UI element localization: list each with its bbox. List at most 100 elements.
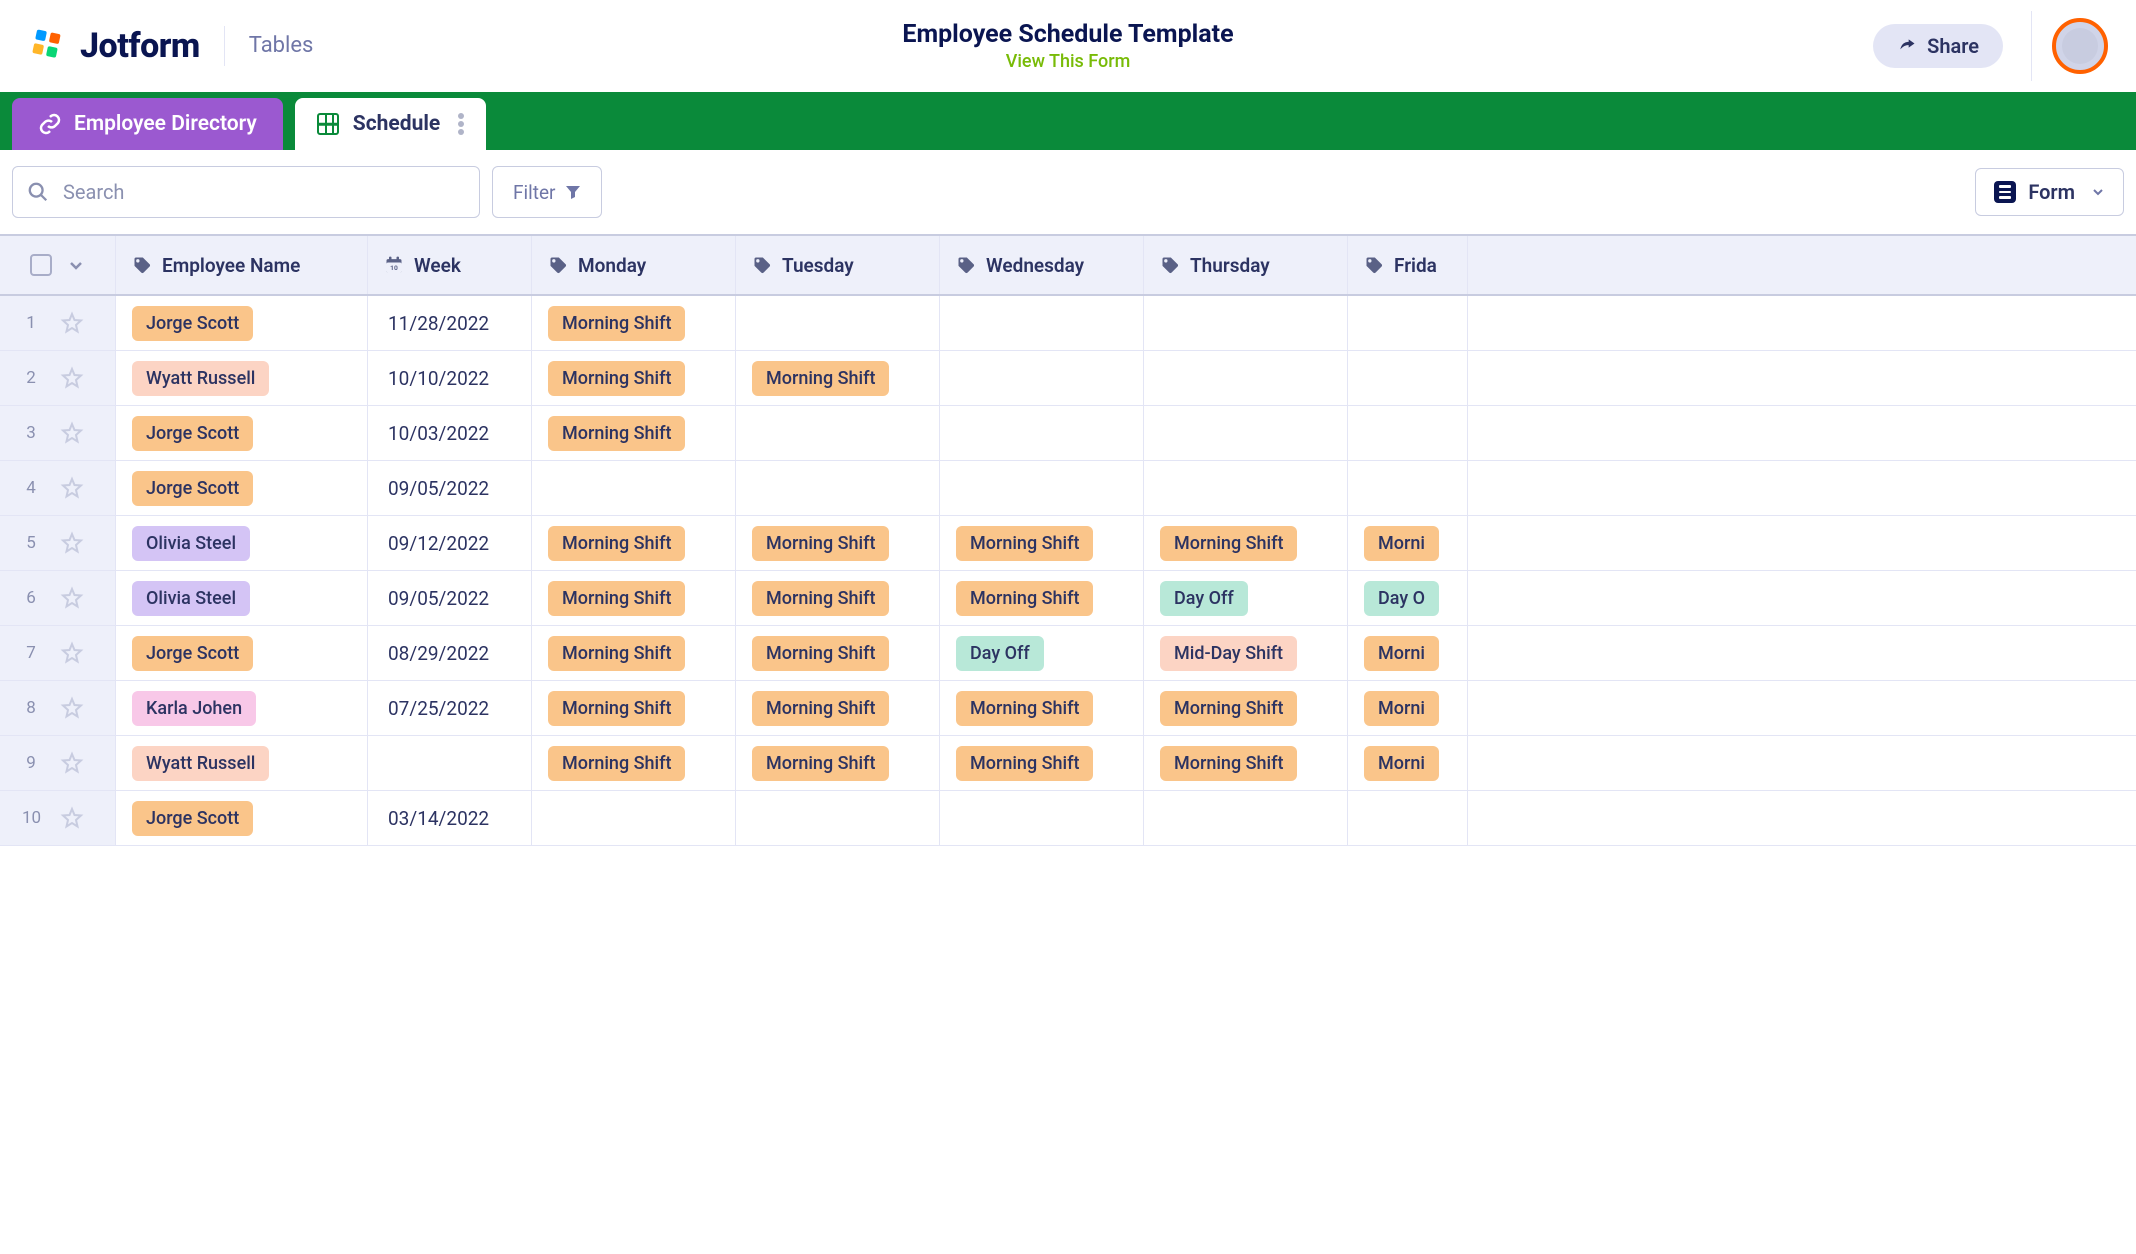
shift-pill[interactable]: Morning Shift <box>956 581 1093 616</box>
shift-pill[interactable]: Morning Shift <box>548 526 685 561</box>
cell-week[interactable]: 03/14/2022 <box>368 791 532 845</box>
cell-tuesday[interactable]: Morning Shift <box>736 571 940 625</box>
star-button[interactable] <box>60 421 84 445</box>
cell-wednesday[interactable]: Day Off <box>940 626 1144 680</box>
filter-button[interactable]: Filter <box>492 166 602 218</box>
cell-thursday[interactable] <box>1144 406 1348 460</box>
shift-pill[interactable]: Morning Shift <box>752 581 889 616</box>
cell-wednesday[interactable]: Morning Shift <box>940 736 1144 790</box>
shift-pill[interactable]: Morni <box>1364 526 1439 561</box>
shift-pill[interactable]: Morning Shift <box>548 581 685 616</box>
shift-pill[interactable]: Morning Shift <box>956 691 1093 726</box>
shift-pill[interactable]: Morning Shift <box>548 691 685 726</box>
star-button[interactable] <box>60 476 84 500</box>
shift-pill[interactable]: Morning Shift <box>752 691 889 726</box>
shift-pill[interactable]: Morning Shift <box>752 746 889 781</box>
star-button[interactable] <box>60 806 84 830</box>
shift-pill[interactable]: Morning Shift <box>1160 526 1297 561</box>
cell-employee-name[interactable]: Wyatt Russell <box>116 736 368 790</box>
table-row[interactable]: 9 Wyatt Russell Morning Shift Morning Sh… <box>0 736 2136 791</box>
search-input[interactable] <box>63 180 465 204</box>
cell-employee-name[interactable]: Wyatt Russell <box>116 351 368 405</box>
logo[interactable]: Jotform <box>28 26 200 66</box>
cell-tuesday[interactable]: Morning Shift <box>736 516 940 570</box>
shift-pill[interactable]: Morni <box>1364 636 1439 671</box>
cell-friday[interactable]: Morni <box>1348 516 1468 570</box>
cell-thursday[interactable] <box>1144 351 1348 405</box>
shift-pill[interactable]: Morni <box>1364 691 1439 726</box>
cell-wednesday[interactable] <box>940 406 1144 460</box>
shift-pill[interactable]: Morni <box>1364 746 1439 781</box>
table-row[interactable]: 5 Olivia Steel 09/12/2022 Morning Shift … <box>0 516 2136 571</box>
table-row[interactable]: 6 Olivia Steel 09/05/2022 Morning Shift … <box>0 571 2136 626</box>
star-button[interactable] <box>60 641 84 665</box>
cell-tuesday[interactable]: Morning Shift <box>736 626 940 680</box>
shift-pill[interactable]: Morning Shift <box>752 526 889 561</box>
table-row[interactable]: 8 Karla Johen 07/25/2022 Morning Shift M… <box>0 681 2136 736</box>
shift-pill[interactable]: Day Off <box>956 636 1044 671</box>
cell-employee-name[interactable]: Jorge Scott <box>116 296 368 350</box>
cell-friday[interactable]: Morni <box>1348 626 1468 680</box>
cell-week[interactable]: 07/25/2022 <box>368 681 532 735</box>
table-row[interactable]: 7 Jorge Scott 08/29/2022 Morning Shift M… <box>0 626 2136 681</box>
cell-thursday[interactable]: Morning Shift <box>1144 681 1348 735</box>
cell-week[interactable]: 09/12/2022 <box>368 516 532 570</box>
cell-tuesday[interactable] <box>736 406 940 460</box>
shift-pill[interactable]: Morning Shift <box>1160 746 1297 781</box>
form-view-button[interactable]: Form <box>1975 168 2124 216</box>
shift-pill[interactable]: Morning Shift <box>548 746 685 781</box>
cell-week[interactable]: 10/10/2022 <box>368 351 532 405</box>
shift-pill[interactable]: Morning Shift <box>1160 691 1297 726</box>
share-button[interactable]: Share <box>1873 24 2003 68</box>
cell-week[interactable]: 10/03/2022 <box>368 406 532 460</box>
cell-wednesday[interactable] <box>940 351 1144 405</box>
cell-wednesday[interactable] <box>940 461 1144 515</box>
star-button[interactable] <box>60 531 84 555</box>
shift-pill[interactable]: Day O <box>1364 581 1439 616</box>
cell-monday[interactable]: Morning Shift <box>532 516 736 570</box>
star-button[interactable] <box>60 311 84 335</box>
star-button[interactable] <box>60 366 84 390</box>
star-button[interactable] <box>60 751 84 775</box>
cell-tuesday[interactable]: Morning Shift <box>736 351 940 405</box>
view-form-link[interactable]: View This Form <box>902 51 1233 72</box>
avatar[interactable] <box>2052 18 2108 74</box>
cell-thursday[interactable] <box>1144 461 1348 515</box>
cell-wednesday[interactable]: Morning Shift <box>940 681 1144 735</box>
cell-employee-name[interactable]: Karla Johen <box>116 681 368 735</box>
shift-pill[interactable]: Morning Shift <box>956 746 1093 781</box>
tab-schedule[interactable]: Schedule <box>295 98 486 150</box>
cell-monday[interactable] <box>532 791 736 845</box>
cell-employee-name[interactable]: Jorge Scott <box>116 461 368 515</box>
cell-wednesday[interactable] <box>940 791 1144 845</box>
header-thursday[interactable]: Thursday <box>1144 236 1348 294</box>
cell-monday[interactable]: Morning Shift <box>532 626 736 680</box>
cell-monday[interactable]: Morning Shift <box>532 296 736 350</box>
cell-tuesday[interactable] <box>736 791 940 845</box>
header-employee-name[interactable]: Employee Name <box>116 236 368 294</box>
header-friday[interactable]: Frida <box>1348 236 1468 294</box>
chevron-down-icon[interactable] <box>66 255 86 275</box>
shift-pill[interactable]: Morning Shift <box>548 306 685 341</box>
header-tuesday[interactable]: Tuesday <box>736 236 940 294</box>
cell-monday[interactable]: Morning Shift <box>532 406 736 460</box>
cell-thursday[interactable]: Mid-Day Shift <box>1144 626 1348 680</box>
cell-friday[interactable] <box>1348 406 1468 460</box>
product-label[interactable]: Tables <box>249 33 314 58</box>
star-button[interactable] <box>60 586 84 610</box>
cell-employee-name[interactable]: Jorge Scott <box>116 791 368 845</box>
select-all-checkbox[interactable] <box>30 254 52 276</box>
table-row[interactable]: 2 Wyatt Russell 10/10/2022 Morning Shift… <box>0 351 2136 406</box>
shift-pill[interactable]: Morning Shift <box>548 361 685 396</box>
shift-pill[interactable]: Morning Shift <box>548 416 685 451</box>
shift-pill[interactable]: Day Off <box>1160 581 1248 616</box>
cell-wednesday[interactable]: Morning Shift <box>940 571 1144 625</box>
cell-friday[interactable]: Morni <box>1348 736 1468 790</box>
tab-menu-button[interactable] <box>458 113 464 135</box>
table-row[interactable]: 1 Jorge Scott 11/28/2022 Morning Shift <box>0 296 2136 351</box>
cell-week[interactable]: 09/05/2022 <box>368 461 532 515</box>
cell-thursday[interactable] <box>1144 791 1348 845</box>
cell-friday[interactable] <box>1348 791 1468 845</box>
cell-week[interactable] <box>368 736 532 790</box>
shift-pill[interactable]: Mid-Day Shift <box>1160 636 1297 671</box>
